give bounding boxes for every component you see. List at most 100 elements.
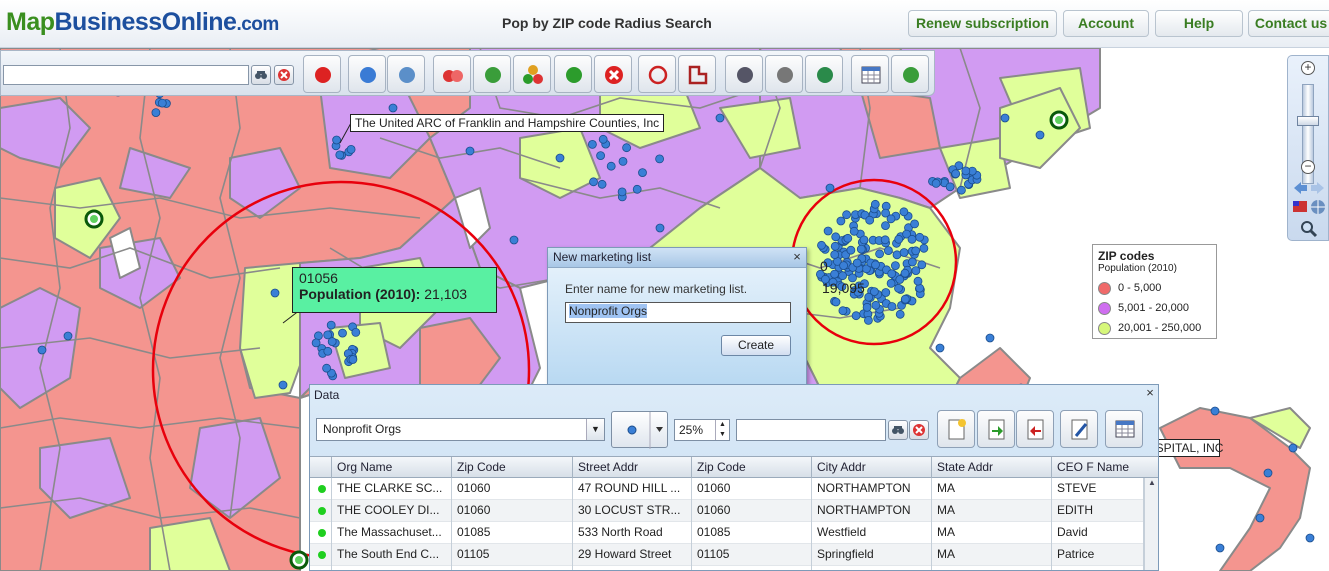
- marker-style-select[interactable]: [611, 411, 668, 449]
- new-document-icon: [948, 419, 966, 440]
- magnifier-icon[interactable]: [1300, 220, 1318, 238]
- table-cell: United Cerebral P...: [332, 566, 452, 570]
- radius-circle-button[interactable]: [638, 55, 676, 93]
- delete-button[interactable]: [594, 55, 632, 93]
- table-cell: 01105: [452, 544, 573, 566]
- print-button[interactable]: [765, 55, 803, 93]
- table-cell: 01201: [692, 566, 812, 570]
- circles-button[interactable]: [433, 55, 471, 93]
- opacity-value: 25%: [679, 423, 704, 437]
- puzzle-button[interactable]: [554, 55, 592, 93]
- dialog-close-icon[interactable]: ×: [790, 250, 804, 265]
- hidden-pop-fragment: 19,095: [822, 280, 865, 296]
- row-status-cell: [310, 500, 332, 522]
- column-header[interactable]: Zip Code: [692, 457, 812, 479]
- territory-button[interactable]: [473, 55, 511, 93]
- data-search-input[interactable]: [736, 419, 886, 441]
- drive-car-button[interactable]: [891, 55, 929, 93]
- data-search-clear-button[interactable]: [909, 420, 929, 440]
- map-search-input[interactable]: [3, 65, 249, 85]
- search-clear-button[interactable]: [274, 65, 294, 85]
- globe-save-button[interactable]: [805, 55, 843, 93]
- table-cell: 01060: [692, 478, 812, 500]
- grid-header-row: Org Name Zip Code Street Addr Zip Code C…: [310, 456, 1158, 479]
- table-row[interactable]: The Massachuset... 01085 533 North Road 010…: [310, 522, 1158, 544]
- account-button[interactable]: Account: [1063, 10, 1149, 37]
- legend-swatch: [1098, 301, 1111, 315]
- column-header[interactable]: State Addr: [932, 457, 1052, 479]
- data-search-go-button[interactable]: [888, 420, 908, 440]
- table-cell: MA: [932, 500, 1052, 522]
- contact-us-button[interactable]: Contact us: [1248, 10, 1329, 37]
- globe-save-icon: [817, 67, 833, 83]
- create-button[interactable]: Create: [721, 335, 791, 356]
- stepper-arrows-icon[interactable]: ▲ ▼: [715, 420, 729, 440]
- drive-car-icon: [903, 67, 919, 83]
- scroll-up-icon[interactable]: ▲: [1145, 478, 1158, 487]
- table-row[interactable]: THE CLARKE SC... 01060 47 ROUND HILL ... 01…: [310, 478, 1158, 500]
- zoom-out-button[interactable]: −: [1301, 160, 1315, 174]
- grid-scrollbar[interactable]: ▲: [1144, 478, 1158, 570]
- polygon-icon: [688, 65, 708, 85]
- table-cell: NORTHAMPTON: [812, 478, 932, 500]
- save-table-button[interactable]: [1105, 410, 1143, 448]
- table-cell: The Massachuset...: [332, 522, 452, 544]
- users-button[interactable]: [725, 55, 763, 93]
- map-legend: ZIP codes Population (2010) 0 - 5,000 5,…: [1092, 244, 1217, 339]
- dialog-title: New marketing list: [553, 250, 652, 264]
- column-header[interactable]: Zip Code: [452, 457, 573, 479]
- import-button[interactable]: [977, 410, 1015, 448]
- table-row[interactable]: United Cerebral P... 01201208 West Street…: [310, 566, 1158, 570]
- renew-subscription-button[interactable]: Renew subscription: [908, 10, 1057, 37]
- map-style-icon[interactable]: [1292, 199, 1326, 215]
- map-toolbar: [0, 50, 935, 96]
- column-header[interactable]: Street Addr: [573, 457, 692, 479]
- zoom-in-button[interactable]: +: [1301, 61, 1315, 75]
- puzzle-icon: [566, 67, 582, 83]
- edit-document-icon: [1071, 419, 1088, 440]
- dialog-titlebar[interactable]: New marketing list: [548, 248, 806, 268]
- row-status-cell: [310, 478, 332, 500]
- search-go-button[interactable]: [251, 65, 271, 85]
- data-panel-close-icon[interactable]: ×: [1143, 386, 1157, 401]
- table-cell: The South End C...: [332, 544, 452, 566]
- pan-arrows-icon[interactable]: [1292, 180, 1326, 196]
- marketing-list-name-input[interactable]: Nonprofit Orgs: [565, 302, 791, 323]
- app-header: MapBusinessOnline.com Pop by ZIP code Ra…: [0, 0, 1329, 48]
- column-header[interactable]: Org Name: [332, 457, 452, 479]
- table-button[interactable]: [851, 55, 889, 93]
- globe-settings-button[interactable]: [348, 55, 386, 93]
- radius-circle-icon: [648, 65, 668, 85]
- marketing-list-name-value: Nonprofit Orgs: [569, 304, 648, 318]
- table-cell: 01085: [692, 522, 812, 544]
- column-header[interactable]: CEO F Name: [1052, 457, 1158, 479]
- marker-dot-icon: [627, 412, 663, 449]
- row-status-cell: [310, 566, 332, 570]
- help-button[interactable]: Help: [1155, 10, 1243, 37]
- logo[interactable]: MapBusinessOnline.com: [6, 8, 279, 37]
- opacity-stepper[interactable]: 25% ▲ ▼: [674, 419, 730, 441]
- table-cell: Springfield: [812, 544, 932, 566]
- table-cell: Christine: [1052, 566, 1144, 570]
- edit-record-button[interactable]: [1060, 410, 1098, 448]
- layers-3d-button[interactable]: [387, 55, 425, 93]
- table-cell: 01085: [452, 522, 573, 544]
- polygon-button[interactable]: [678, 55, 716, 93]
- table-cell: 47 ROUND HILL ...: [573, 478, 692, 500]
- popup-pop-label: Population (2010):: [299, 286, 421, 302]
- marketing-list-select[interactable]: Nonprofit Orgs ▼: [316, 418, 605, 441]
- table-cell: 208 West Street: [573, 566, 692, 570]
- zoom-slider-thumb[interactable]: [1297, 116, 1319, 126]
- logo-part-domain: .com: [236, 14, 279, 35]
- table-row[interactable]: THE COOLEY DI... 01060 30 LOCUST STR... 010…: [310, 500, 1158, 522]
- export-button[interactable]: [1016, 410, 1054, 448]
- table-row[interactable]: The South End C... 01105 29 Howard Street 0…: [310, 544, 1158, 566]
- color-dots-button[interactable]: [513, 55, 551, 93]
- add-location-button[interactable]: [303, 55, 341, 93]
- new-record-button[interactable]: [937, 410, 975, 448]
- org-label[interactable]: The United ARC of Franklin and Hampshire…: [350, 114, 665, 132]
- legend-item: 20,001 - 250,000: [1098, 318, 1211, 338]
- column-header[interactable]: City Addr: [812, 457, 932, 479]
- table-cell: David: [1052, 522, 1144, 544]
- table-cell: MA: [932, 522, 1052, 544]
